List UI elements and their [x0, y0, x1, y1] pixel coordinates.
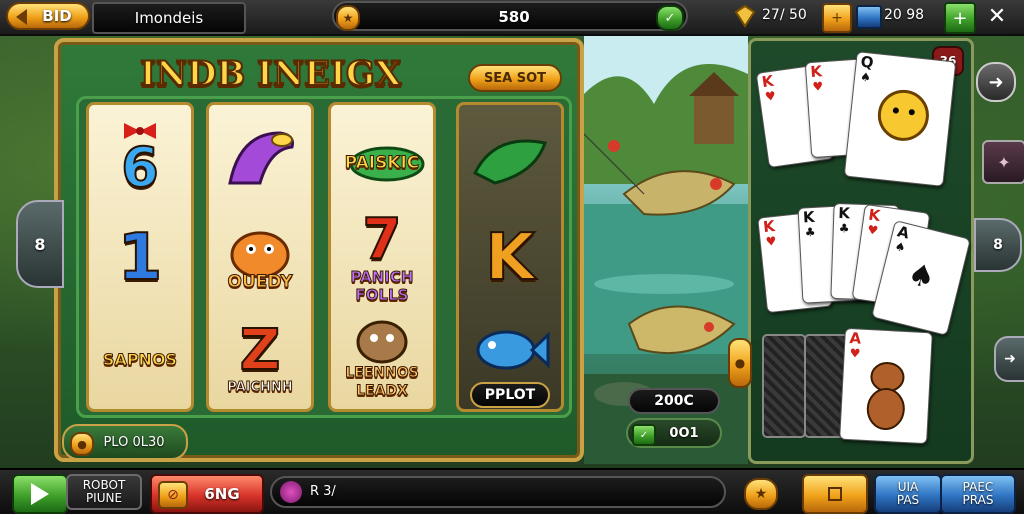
reel-2: OUEDY Z PAICHNH: [206, 102, 314, 412]
square-icon: [828, 487, 842, 501]
orange-creature-icon: [230, 231, 290, 279]
top-bar: BID Imondeis ★ 580 ✓ 27/ 50 + 20 98 + ✕: [0, 0, 1024, 36]
reel-symbol: SAPNOS: [102, 350, 178, 369]
gem-icon: [730, 2, 760, 30]
game-title-box: Imondeis: [92, 2, 246, 34]
seven-symbol: 7: [362, 207, 403, 272]
left-nav-button[interactable]: 8: [16, 200, 64, 288]
back-arrow-icon: [16, 9, 27, 25]
auto-button[interactable]: UIA PAS: [874, 474, 942, 514]
slot-title: INDB INEIGX: [139, 53, 402, 95]
chat-input[interactable]: R 3/: [270, 476, 726, 508]
coin-stack-icon: ●: [728, 338, 752, 388]
shield-icon[interactable]: ✦: [982, 140, 1024, 184]
monkey-icon: [356, 320, 408, 364]
card-back[interactable]: [762, 334, 806, 438]
flag-icon: [856, 5, 882, 29]
reel-symbol: [459, 109, 561, 207]
reel-3: PAISKIC 7 PANICH FOLLS LEENNOS LEADX: [328, 102, 436, 412]
balance-value: 580: [498, 8, 530, 26]
reel-symbol: [209, 109, 311, 207]
playing-card-queen[interactable]: Q ♠: [843, 51, 957, 187]
reel-symbol: PAISKIC: [331, 109, 433, 207]
monkey-card-icon: [866, 362, 905, 431]
play-button[interactable]: [12, 474, 68, 514]
blue-fish-icon: [476, 330, 550, 370]
check-icon: ✓: [632, 424, 656, 446]
page-button[interactable]: PAEC PRAS: [940, 474, 1016, 514]
green-bag-icon: [472, 139, 547, 185]
reel-4: K: [456, 102, 564, 412]
gem-badge-icon: [280, 481, 302, 503]
flags-value: 20 98: [884, 7, 925, 23]
right-edge-arrow-icon[interactable]: ➜: [994, 336, 1024, 382]
reel-1: 6 1 SAPNOS: [86, 102, 194, 412]
reel-4-label-box: PPLOT: [470, 382, 550, 408]
play-label-box[interactable]: ROBOT PIUNE: [66, 474, 142, 510]
game-title: Imondeis: [134, 9, 204, 27]
bottom-bar: ROBOT PIUNE ⊘ 6NG R 3/ ★ UIA PAS PAEC PR…: [0, 468, 1024, 514]
reel-symbol: LEENNOS LEADX: [331, 311, 433, 409]
plus-button[interactable]: +: [944, 2, 976, 34]
star-icon[interactable]: ★: [744, 478, 778, 510]
add-gems-icon[interactable]: +: [822, 3, 852, 33]
bet-button[interactable]: ✓ 0O1: [626, 418, 722, 448]
add-coins-icon[interactable]: ✓: [656, 5, 684, 31]
bet-display: 200C: [628, 388, 720, 414]
reel-symbol: OUEDY: [209, 209, 311, 307]
slot-corner-button[interactable]: SEA SOT: [468, 64, 562, 92]
slot-corner-label: SEA SOT: [483, 70, 547, 86]
right-nav-button[interactable]: 8: [974, 218, 1022, 272]
close-icon[interactable]: ✕: [982, 2, 1012, 30]
gems-value: 27/ 50: [762, 7, 807, 23]
spin-button[interactable]: ⊘ 6NG: [150, 474, 264, 514]
no-icon: ⊘: [158, 481, 188, 509]
reel-symbol: 7 PANICH FOLLS: [350, 207, 414, 305]
balance-bar: ★ 580 ✓: [332, 1, 688, 31]
sun-character-icon: [877, 89, 929, 141]
back-button[interactable]: BID: [6, 2, 90, 30]
playing-card[interactable]: A ♥: [839, 327, 933, 445]
play-icon: [31, 483, 49, 505]
spade-icon: ♠: [904, 256, 939, 297]
back-label: BID: [42, 7, 72, 25]
coin-icon: ●: [70, 432, 94, 456]
z-symbol: Z: [239, 318, 282, 383]
purple-shell-icon: [228, 131, 294, 185]
coin-icon: ★: [336, 5, 360, 31]
menu-button[interactable]: [802, 474, 868, 514]
reel-symbol: Z PAICHNH: [227, 318, 293, 396]
right-arrow-icon[interactable]: ➜: [976, 62, 1016, 102]
reel-symbol: 1: [117, 221, 164, 295]
reel-symbol: 6: [89, 109, 191, 207]
slot-info-button[interactable]: ● PLO 0L30: [62, 424, 188, 460]
reel-symbol: K: [484, 221, 536, 295]
